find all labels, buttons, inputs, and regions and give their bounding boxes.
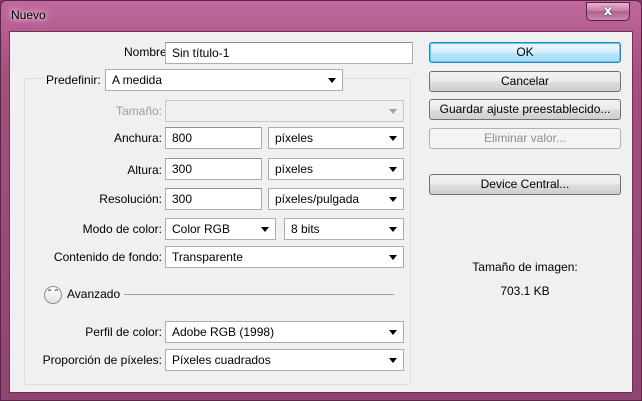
chevron-down-icon: [389, 330, 397, 335]
anchura-input[interactable]: 800: [165, 127, 262, 149]
altura-value: 300: [172, 162, 193, 176]
cancel-button[interactable]: Cancelar: [429, 71, 621, 92]
device-central-button[interactable]: Device Central...: [429, 174, 621, 195]
anchura-label: Anchura:: [113, 131, 162, 145]
collapse-chevron-icon: ⌃⌃: [46, 288, 60, 297]
dialog-client-area: Nombre: Sin título-1 Predefinir: A medid…: [9, 31, 633, 393]
modo-color-label: Modo de color:: [82, 222, 162, 236]
chevron-down-icon: [389, 136, 397, 141]
proporcion-label: Proporción de píxeles:: [42, 353, 162, 367]
resolucion-unit-value: píxeles/pulgada: [275, 192, 360, 206]
perfil-color-value: Adobe RGB (1998): [172, 325, 275, 339]
contenido-fondo-label: Contenido de fondo:: [53, 250, 162, 264]
nombre-input[interactable]: Sin título-1: [165, 42, 413, 64]
chevron-down-icon: [389, 197, 397, 202]
predefinir-select[interactable]: A medida: [105, 69, 343, 91]
tamano-label: Tamaño:: [115, 104, 162, 118]
save-preset-button[interactable]: Guardar ajuste preestablecido...: [429, 99, 621, 120]
title-bar[interactable]: Nuevo x: [1, 1, 641, 29]
chevron-down-icon: [389, 167, 397, 172]
resolucion-value: 300: [172, 192, 193, 206]
perfil-color-select[interactable]: Adobe RGB (1998): [165, 321, 404, 343]
image-size-value: 703.1 KB: [500, 284, 550, 298]
nombre-value: Sin título-1: [172, 46, 230, 60]
altura-input[interactable]: 300: [165, 158, 262, 180]
bit-depth-value: 8 bits: [291, 222, 320, 236]
altura-label: Altura:: [127, 163, 162, 177]
avanzado-label[interactable]: Avanzado: [67, 287, 120, 301]
avanzado-divider: [124, 294, 394, 295]
anchura-unit-value: píxeles: [275, 131, 314, 145]
chevron-down-icon: [389, 358, 397, 363]
tamano-select: [165, 100, 404, 122]
resolucion-unit-select[interactable]: píxeles/pulgada: [268, 188, 404, 210]
resolucion-input[interactable]: 300: [165, 188, 262, 210]
resolucion-label: Resolución:: [99, 192, 162, 206]
bit-depth-select[interactable]: 8 bits: [284, 218, 404, 240]
modo-color-value: Color RGB: [172, 222, 231, 236]
contenido-fondo-value: Transparente: [172, 250, 243, 264]
predefinir-label: Predefinir:: [44, 73, 104, 87]
modo-color-select[interactable]: Color RGB: [165, 218, 276, 240]
chevron-down-icon: [328, 78, 336, 83]
perfil-color-label: Perfil de color:: [85, 325, 162, 339]
predefinir-value: A medida: [112, 73, 163, 87]
ok-button[interactable]: OK: [429, 42, 621, 63]
altura-unit-select[interactable]: píxeles: [268, 158, 404, 180]
dialog-window: Nuevo x Nombre: Sin título-1 Predefinir:…: [0, 0, 642, 401]
close-button[interactable]: x: [586, 2, 630, 21]
window-title: Nuevo: [11, 8, 46, 22]
delete-preset-button: Eliminar valor...: [429, 128, 621, 149]
close-icon: x: [603, 4, 613, 19]
chevron-down-icon: [389, 109, 397, 114]
image-size-label: Tamaño de imagen:: [472, 260, 578, 274]
nombre-label: Nombre:: [123, 45, 170, 59]
chevron-down-icon: [389, 255, 397, 260]
advanced-toggle-button[interactable]: ⌃⌃: [44, 286, 62, 304]
proporcion-value: Píxeles cuadrados: [172, 353, 271, 367]
proporcion-select[interactable]: Píxeles cuadrados: [165, 349, 404, 371]
chevron-down-icon: [389, 227, 397, 232]
anchura-value: 800: [172, 131, 193, 145]
altura-unit-value: píxeles: [275, 162, 314, 176]
contenido-fondo-select[interactable]: Transparente: [165, 246, 404, 268]
chevron-down-icon: [261, 227, 269, 232]
anchura-unit-select[interactable]: píxeles: [268, 127, 404, 149]
